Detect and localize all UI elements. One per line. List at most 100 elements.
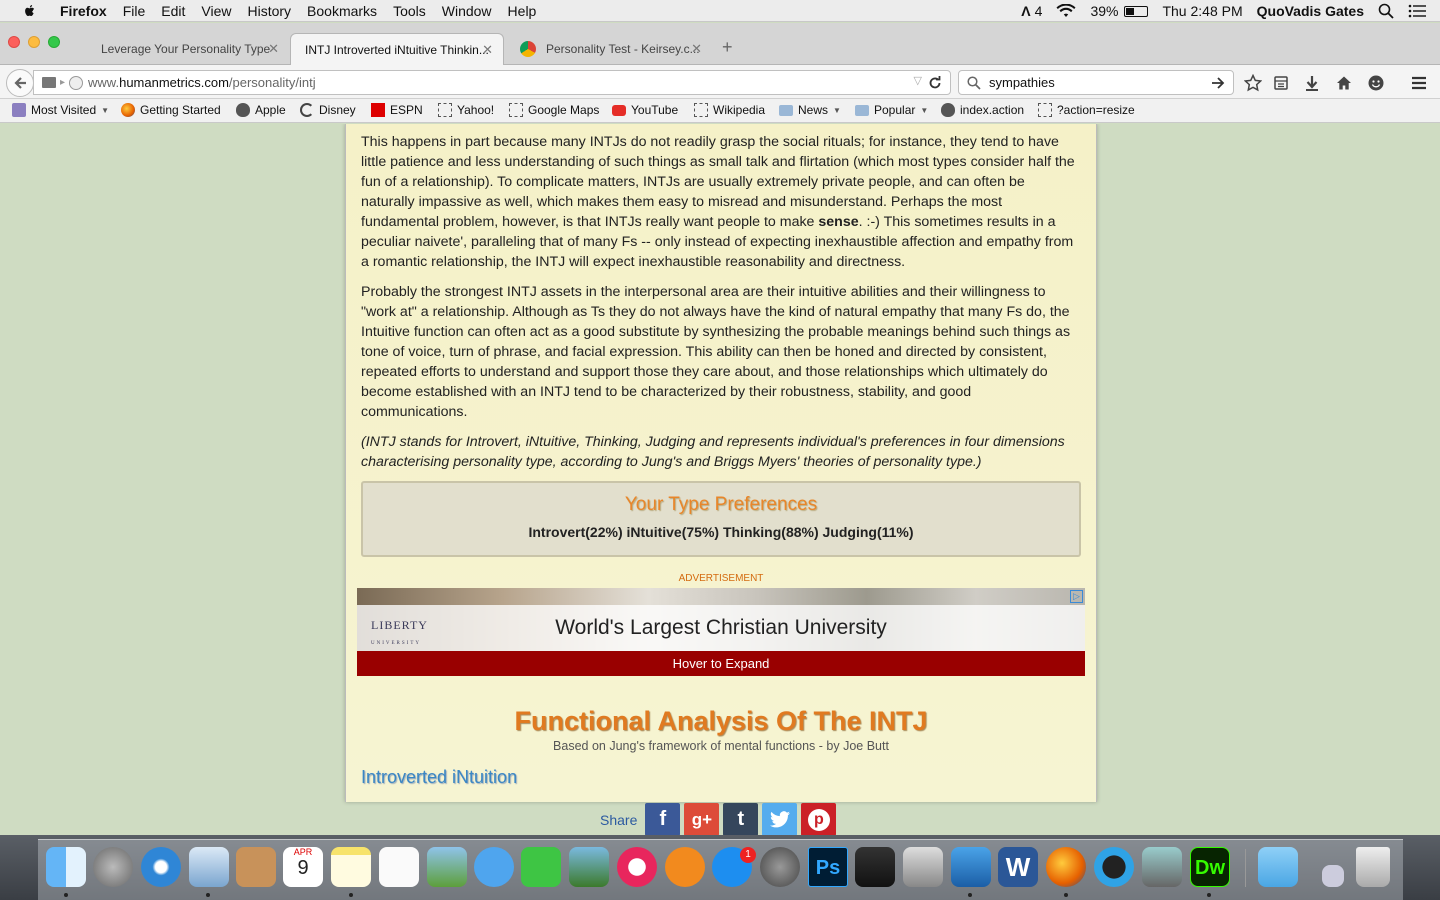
bookmark-apple[interactable]: Apple bbox=[236, 103, 286, 117]
tab-leverage-personality[interactable]: Leverage Your Personality Type ✕ bbox=[87, 33, 289, 65]
window-close-button[interactable] bbox=[8, 36, 20, 48]
web-page-viewport[interactable]: This happens in part because many INTJs … bbox=[0, 124, 1440, 835]
tumblr-share-button[interactable]: t bbox=[723, 803, 759, 835]
bookmark-index-action[interactable]: index.action bbox=[941, 103, 1024, 117]
bookmark-google-maps[interactable]: Google Maps bbox=[509, 103, 599, 117]
calendar-icon[interactable]: APR 9 bbox=[283, 847, 323, 887]
google-plus-share-button[interactable]: g+ bbox=[684, 803, 720, 835]
safari-icon[interactable] bbox=[141, 847, 181, 887]
iphoto-icon[interactable] bbox=[569, 847, 609, 887]
bookmark-popular-folder[interactable]: Popular ▼ bbox=[855, 103, 928, 117]
bookmark-espn[interactable]: ESPN bbox=[371, 103, 423, 117]
tab-close-icon[interactable]: ✕ bbox=[691, 41, 702, 57]
download-icon[interactable] bbox=[1303, 74, 1321, 92]
illustrator-icon[interactable] bbox=[903, 847, 943, 887]
menu-history[interactable]: History bbox=[239, 3, 299, 19]
menu-view[interactable]: View bbox=[193, 3, 239, 19]
facetime-icon[interactable] bbox=[521, 847, 561, 887]
firefox-dock-icon[interactable] bbox=[1046, 847, 1086, 887]
url-bar[interactable]: ▸ www. humanmetrics.com/personality/intj … bbox=[33, 70, 951, 95]
system-preferences-icon[interactable] bbox=[760, 847, 800, 887]
tab-intj-active[interactable]: INTJ Introverted iNtuitive Thinkin... ✕ bbox=[290, 33, 504, 65]
bookmark-news-folder[interactable]: News ▼ bbox=[779, 103, 841, 117]
photoshop-icon[interactable]: Ps bbox=[808, 847, 848, 887]
dreamweaver-icon[interactable]: Dw bbox=[1190, 847, 1230, 887]
bookmark-action-resize[interactable]: ?action=resize bbox=[1038, 103, 1135, 117]
final-cut-icon[interactable] bbox=[855, 847, 895, 887]
spotlight-search-icon[interactable] bbox=[1378, 3, 1394, 19]
twitter-bird-icon bbox=[769, 811, 790, 828]
bookmark-disney[interactable]: Disney bbox=[300, 103, 356, 117]
wifi-icon[interactable] bbox=[1056, 4, 1076, 18]
contacts-icon[interactable] bbox=[236, 847, 276, 887]
apple-menu-icon[interactable] bbox=[20, 3, 40, 19]
notification-center-icon[interactable] bbox=[1408, 4, 1426, 18]
facebook-share-button[interactable]: f bbox=[645, 803, 681, 835]
preview-photos-icon[interactable] bbox=[427, 847, 467, 887]
image-capture-icon[interactable] bbox=[1142, 847, 1182, 887]
menubar-clock[interactable]: Thu 2:48 PM bbox=[1162, 3, 1242, 19]
notes-icon[interactable] bbox=[331, 847, 371, 887]
menubar-user[interactable]: QuoVadis Gates bbox=[1257, 3, 1364, 19]
bookmark-star-icon[interactable] bbox=[1244, 74, 1262, 92]
tab-close-icon[interactable]: ✕ bbox=[482, 42, 493, 58]
pinterest-share-button[interactable]: p bbox=[801, 803, 837, 835]
quicktime-icon[interactable] bbox=[1094, 847, 1134, 887]
word-icon[interactable]: W bbox=[998, 847, 1038, 887]
reload-icon[interactable] bbox=[928, 76, 942, 90]
history-dropdown-icon[interactable]: ▽ bbox=[914, 74, 922, 87]
bookmark-most-visited[interactable]: Most Visited ▼ bbox=[12, 103, 109, 117]
advertisement-banner[interactable]: LIBERTY UNIVERSITY World's Largest Chris… bbox=[357, 588, 1085, 676]
bookmark-yahoo[interactable]: Yahoo! bbox=[438, 103, 494, 117]
reading-list-icon[interactable] bbox=[1272, 74, 1290, 92]
tab-keirsey[interactable]: Personality Test - Keirsey.c... ✕ bbox=[506, 33, 712, 65]
ad-choices-icon[interactable]: ▷ bbox=[1070, 590, 1083, 603]
new-tab-icon[interactable]: + bbox=[722, 37, 733, 58]
bookmark-label: Yahoo! bbox=[457, 103, 495, 117]
xcode-icon[interactable] bbox=[951, 847, 991, 887]
adobe-status-icon[interactable]: Λ bbox=[1021, 3, 1030, 19]
menu-bookmarks[interactable]: Bookmarks bbox=[299, 3, 385, 19]
menu-app-name[interactable]: Firefox bbox=[52, 3, 115, 19]
menu-window[interactable]: Window bbox=[434, 3, 500, 19]
battery-icon[interactable] bbox=[1124, 5, 1149, 17]
bookmark-wikipedia[interactable]: Wikipedia bbox=[694, 103, 765, 117]
bookmark-label: Disney bbox=[319, 103, 356, 117]
back-button[interactable] bbox=[6, 69, 34, 97]
search-bar[interactable]: sympathies bbox=[958, 70, 1234, 95]
running-indicator bbox=[968, 893, 972, 897]
folder-icon bbox=[12, 103, 26, 117]
bookmark-youtube[interactable]: YouTube bbox=[612, 103, 678, 117]
search-input[interactable]: sympathies bbox=[989, 75, 1055, 90]
menu-tools[interactable]: Tools bbox=[385, 3, 434, 19]
downloads-stack-icon[interactable] bbox=[1322, 865, 1344, 887]
launchpad-icon[interactable] bbox=[93, 847, 133, 887]
itunes-icon[interactable] bbox=[617, 847, 657, 887]
trash-icon[interactable] bbox=[1356, 847, 1390, 887]
mail-icon[interactable] bbox=[189, 847, 229, 887]
reminders-icon[interactable] bbox=[379, 847, 419, 887]
menu-file[interactable]: File bbox=[115, 3, 154, 19]
firefox-icon bbox=[121, 103, 135, 117]
page-icon bbox=[438, 103, 452, 117]
window-minimize-button[interactable] bbox=[28, 36, 40, 48]
hello-chat-icon[interactable] bbox=[1367, 74, 1385, 92]
finder-icon[interactable] bbox=[46, 847, 86, 887]
menu-help[interactable]: Help bbox=[500, 3, 545, 19]
twitter-share-button[interactable] bbox=[762, 803, 798, 835]
menu-edit[interactable]: Edit bbox=[153, 3, 193, 19]
ibooks-icon[interactable] bbox=[665, 847, 705, 887]
ad-hover-expand-bar[interactable]: Hover to Expand bbox=[357, 651, 1085, 676]
window-zoom-button[interactable] bbox=[48, 36, 60, 48]
bookmark-getting-started[interactable]: Getting Started bbox=[121, 103, 221, 117]
chevron-down-icon: ▼ bbox=[833, 105, 841, 115]
page-info-icon[interactable] bbox=[42, 77, 56, 88]
applications-folder-icon[interactable] bbox=[1258, 847, 1298, 887]
hamburger-menu-icon[interactable] bbox=[1410, 74, 1428, 92]
home-icon[interactable] bbox=[1335, 74, 1353, 92]
tab-title: Personality Test - Keirsey.c... bbox=[546, 42, 700, 56]
messages-icon[interactable] bbox=[474, 847, 514, 887]
tab-close-icon[interactable]: ✕ bbox=[268, 41, 279, 57]
search-go-arrow-icon[interactable] bbox=[1211, 77, 1225, 89]
functional-analysis-subtitle: Based on Jung's framework of mental func… bbox=[553, 739, 889, 753]
